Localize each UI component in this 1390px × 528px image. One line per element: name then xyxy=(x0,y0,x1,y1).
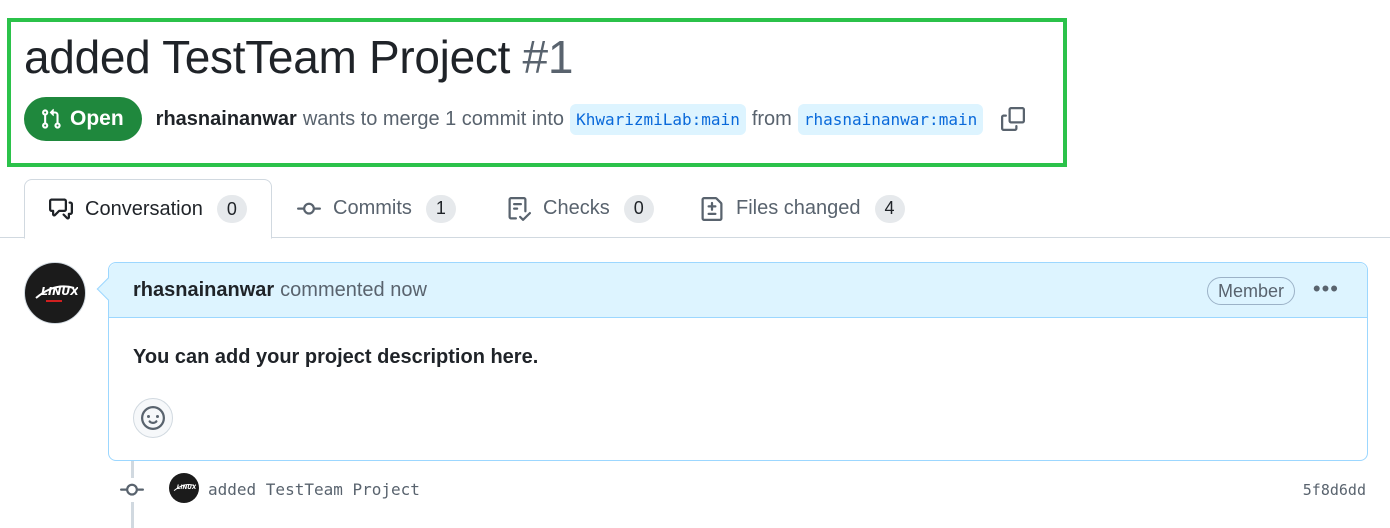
checklist-icon xyxy=(508,196,531,221)
svg-text:LINUX: LINUX xyxy=(177,485,196,491)
pr-tabs: Conversation 0 Commits 1 Checks 0 Files … xyxy=(0,179,1390,239)
file-diff-icon xyxy=(701,196,723,221)
tab-conversation[interactable]: Conversation 0 xyxy=(24,179,272,239)
comment-box: rhasnainanwar commented now Member ••• Y… xyxy=(96,262,1368,461)
page-title: added TestTeam Project #1 xyxy=(24,30,573,84)
from-text: from xyxy=(751,107,792,130)
pr-number: #1 xyxy=(522,31,574,83)
avatar[interactable]: LINUX xyxy=(24,262,86,324)
tab-counter: 1 xyxy=(425,194,456,223)
tab-label: Checks xyxy=(543,197,610,219)
pr-author-link[interactable]: rhasnainanwar xyxy=(156,108,297,131)
commit-message-link[interactable]: added TestTeam Project xyxy=(208,480,420,499)
svg-text:LINUX: LINUX xyxy=(41,285,78,298)
merge-text: wants to merge 1 commit into xyxy=(302,107,565,130)
comment-timestamp[interactable]: commented now xyxy=(280,279,427,302)
comment-author-link[interactable]: rhasnainanwar xyxy=(133,279,274,302)
commit-sha-link[interactable]: 5f8d6dd xyxy=(1303,481,1366,499)
comment-header: rhasnainanwar commented now Member ••• xyxy=(109,263,1367,318)
git-commit-icon xyxy=(297,202,321,215)
copy-icon xyxy=(1001,107,1026,131)
tab-counter: 4 xyxy=(874,194,905,223)
tab-label: Commits xyxy=(333,197,412,219)
comment-discussion-icon xyxy=(49,198,73,220)
member-badge: Member xyxy=(1206,277,1295,305)
tab-files-changed[interactable]: Files changed 4 xyxy=(700,179,905,238)
tab-label: Files changed xyxy=(736,197,861,219)
tab-counter: 0 xyxy=(216,195,247,223)
tab-label: Conversation xyxy=(85,197,203,220)
git-pull-request-icon xyxy=(42,108,61,129)
linux-logo-icon: LINUX xyxy=(173,484,196,491)
commit-author-avatar[interactable]: LINUX xyxy=(169,473,199,503)
pr-meta: Open rhasnainanwar wants to merge 1 comm… xyxy=(24,97,1026,141)
tab-checks[interactable]: Checks 0 xyxy=(507,179,654,238)
kebab-menu-icon[interactable]: ••• xyxy=(1313,278,1339,300)
base-branch-link[interactable]: KhwarizmiLab:main xyxy=(570,103,746,135)
status-badge: Open xyxy=(24,97,142,141)
copy-branch-button[interactable] xyxy=(1001,107,1026,131)
comment-body: You can add your project description her… xyxy=(133,346,539,368)
linux-logo-icon: LINUX xyxy=(35,285,78,302)
add-reaction-button[interactable] xyxy=(133,398,173,438)
tab-counter: 0 xyxy=(623,194,654,223)
git-commit-icon xyxy=(118,478,146,502)
smiley-icon xyxy=(141,406,165,430)
head-branch-link[interactable]: rhasnainanwar:main xyxy=(797,103,984,135)
status-label: Open xyxy=(70,107,124,130)
tab-commits[interactable]: Commits 1 xyxy=(297,179,456,238)
pr-title-text: added TestTeam Project xyxy=(24,31,511,83)
